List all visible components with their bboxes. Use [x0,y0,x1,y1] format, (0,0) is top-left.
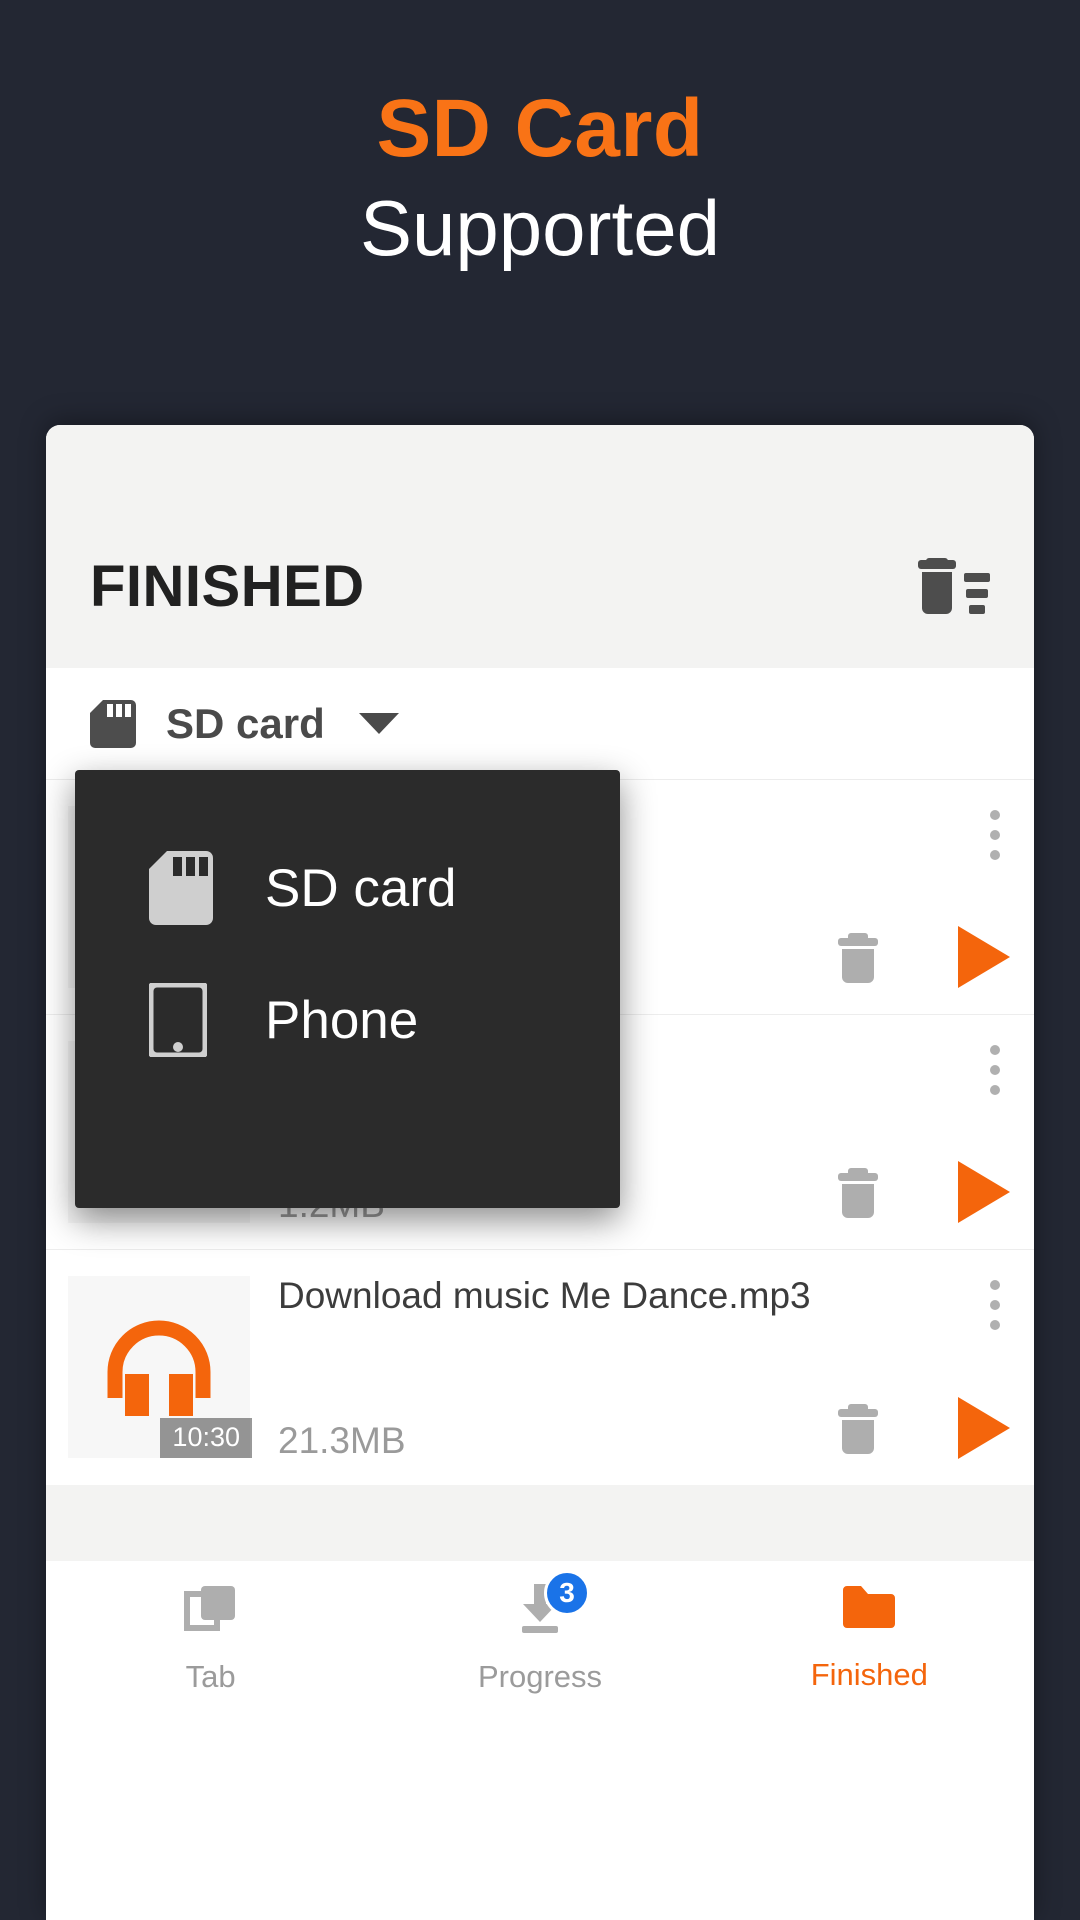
nav-item-tab[interactable]: Tab [46,1580,375,1692]
sd-card-icon [149,851,213,925]
nav-item-progress[interactable]: 3 Progress [375,1570,704,1694]
promo-title-sub: Supported [360,184,720,272]
promo-title-accent: SD Card [376,83,704,174]
overflow-menu-icon[interactable] [990,810,1000,860]
play-icon[interactable] [958,926,1010,988]
play-icon[interactable] [958,1161,1010,1223]
nav-label-progress: Progress [477,1659,603,1694]
trash-icon[interactable] [836,931,880,983]
menu-label-sd-card: SD card [265,858,457,918]
storage-selector-label: SD card [166,699,325,747]
app-header: FINISHED [46,425,1034,668]
nav-label-finished: Finished [810,1657,928,1692]
nav-label-tab: Tab [185,1659,236,1694]
row-actions [836,1397,1010,1459]
bottom-navigation: Tab 3 Progress Finished [46,1561,1034,1711]
chevron-down-icon[interactable] [358,713,399,734]
folder-icon [839,1582,899,1639]
storage-selector[interactable]: SD card [46,668,1034,780]
row-actions [836,926,1010,988]
page-title: FINISHED [90,554,365,619]
trash-icon[interactable] [836,1166,880,1218]
sd-card-icon [90,699,136,748]
list-bottom-spacer [46,1485,1034,1561]
promo-header: SD Card Supported [0,0,1080,272]
menu-item-phone[interactable]: Phone [75,954,620,1086]
trash-lines-icon[interactable] [914,554,990,616]
row-content: Download music Me Dance.mp3 21.3MB [250,1250,1034,1485]
overflow-menu-icon[interactable] [990,1280,1000,1330]
table-row[interactable]: 10:30 Download music Me Dance.mp3 21.3MB [46,1250,1034,1485]
trash-icon[interactable] [836,1402,880,1454]
file-size: 21.3MB [278,1420,406,1461]
headphones-icon: 10:30 [68,1276,252,1458]
phone-icon [146,980,213,1060]
storage-dropdown-menu[interactable]: SD card Phone [75,770,620,1208]
tabs-icon [183,1580,239,1641]
row-actions [836,1161,1010,1223]
menu-item-sd-card[interactable]: SD card [75,822,620,954]
nav-item-finished[interactable]: Finished [705,1582,1034,1690]
progress-badge: 3 [543,1570,590,1616]
overflow-menu-icon[interactable] [990,1045,1000,1095]
play-icon[interactable] [958,1397,1010,1459]
duration-badge: 10:30 [160,1418,252,1458]
menu-label-phone: Phone [265,990,419,1050]
file-title: Download music Me Dance.mp3 [278,1275,811,1316]
